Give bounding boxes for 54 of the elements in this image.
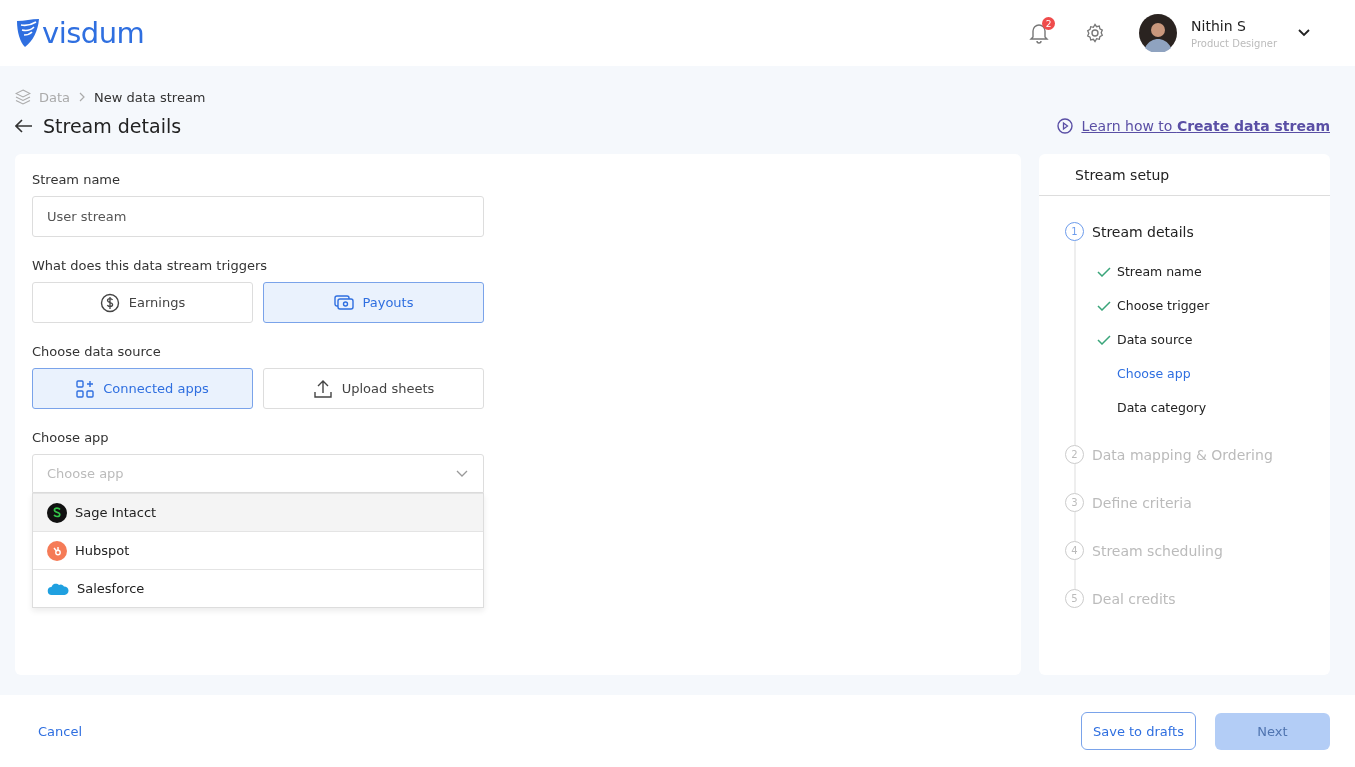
notification-count: 2	[1042, 17, 1056, 30]
trigger-option[interactable]: Payouts	[263, 282, 484, 323]
brand-name: visdum	[42, 16, 145, 50]
menu-item[interactable]: Salesforce	[33, 569, 483, 607]
upload-icon	[312, 378, 333, 399]
field-label: Choose app	[32, 430, 110, 445]
panel-title: Stream setup	[1075, 166, 1170, 183]
substep-label[interactable]: Choose app	[1117, 366, 1191, 381]
substep-label[interactable]: Stream name	[1117, 264, 1202, 279]
help-link[interactable]: Learn how to Create data stream	[1081, 118, 1330, 134]
save-drafts-button[interactable]: Save to drafts	[1081, 712, 1196, 750]
step-label[interactable]: Stream details	[1092, 223, 1194, 240]
cash-icon	[333, 293, 354, 312]
play-icon	[1057, 118, 1074, 134]
step-number: 2	[1065, 445, 1084, 464]
source-option[interactable]: Upload sheets	[263, 368, 484, 409]
avatar	[1139, 14, 1178, 52]
dollar-icon	[99, 292, 120, 313]
layers-icon	[15, 89, 31, 105]
menu-item[interactable]: Sage Intacct	[33, 493, 483, 531]
bell-icon	[1029, 22, 1050, 44]
select-placeholder: Choose app	[47, 466, 124, 481]
trigger-option[interactable]: Earnings	[32, 282, 253, 323]
app-name: Hubspot	[75, 543, 130, 558]
source-option[interactable]: Connected apps	[32, 368, 253, 409]
apps-icon	[76, 379, 95, 398]
step-number: 4	[1065, 541, 1084, 560]
chevron-down-icon	[455, 469, 469, 478]
field-label: What does this data stream triggers	[32, 258, 269, 273]
step-number: 5	[1065, 589, 1084, 608]
step-number: 3	[1065, 493, 1084, 512]
app-name: Salesforce	[77, 581, 145, 596]
app-name: Sage Intacct	[75, 505, 157, 520]
menu-item[interactable]: Hubspot	[33, 531, 483, 569]
back-arrow-icon[interactable]	[15, 119, 33, 133]
shield-logo-icon	[16, 18, 40, 48]
app-logo-icon	[47, 540, 67, 561]
settings-icon	[1085, 23, 1106, 43]
chevron-down-icon[interactable]	[1297, 28, 1311, 38]
notifications-button[interactable]: 2	[1023, 17, 1056, 49]
cancel-link[interactable]: Cancel	[38, 723, 83, 739]
field-label: Choose data source	[32, 344, 162, 359]
substep-label[interactable]: Data source	[1117, 332, 1193, 347]
page-title: Stream details	[43, 115, 182, 137]
user-role: Product Designer	[1191, 37, 1277, 49]
chevron-right-icon	[78, 92, 87, 102]
breadcrumb-item: New data stream	[94, 89, 206, 105]
stream-name-field[interactable]: User stream	[32, 196, 484, 237]
user-name: Nithin S	[1191, 17, 1247, 34]
app-logo-icon	[47, 502, 67, 523]
substep-label[interactable]: Choose trigger	[1117, 298, 1210, 313]
substep-label[interactable]: Data category	[1117, 400, 1207, 415]
field-label: Stream name	[32, 172, 122, 187]
step-number: 1	[1065, 222, 1084, 241]
